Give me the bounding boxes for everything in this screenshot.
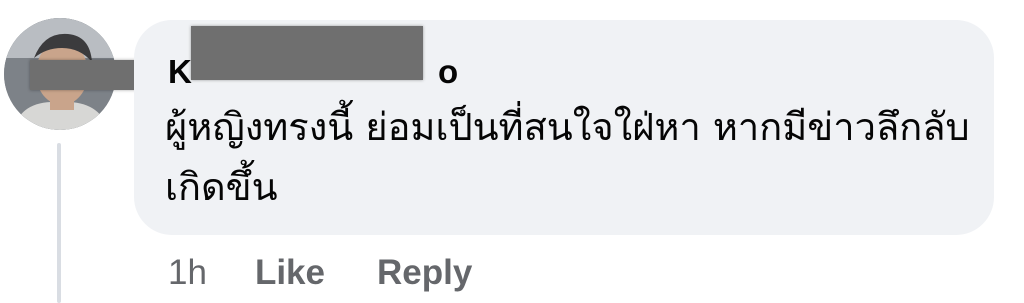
comment-text: ผู้หญิงทรงนี้ ย่อมเป็นที่สนใจใฝ่หา หากมี…	[165, 105, 970, 209]
comment-actions: 1h Like Reply	[168, 250, 472, 296]
privacy-censor-bar	[191, 26, 423, 80]
author-name-end: o	[438, 53, 459, 90]
comment-timestamp[interactable]: 1h	[168, 250, 207, 296]
like-button[interactable]: Like	[255, 250, 325, 296]
privacy-censor-bar	[30, 60, 147, 90]
author-name-start: K	[168, 53, 193, 90]
thread-connector-line	[57, 143, 61, 303]
reply-button[interactable]: Reply	[377, 250, 472, 296]
comment-thread: Ko ผู้หญิงทรงนี้ ย่อมเป็นที่สนใจใฝ่หา หา…	[0, 0, 1024, 303]
